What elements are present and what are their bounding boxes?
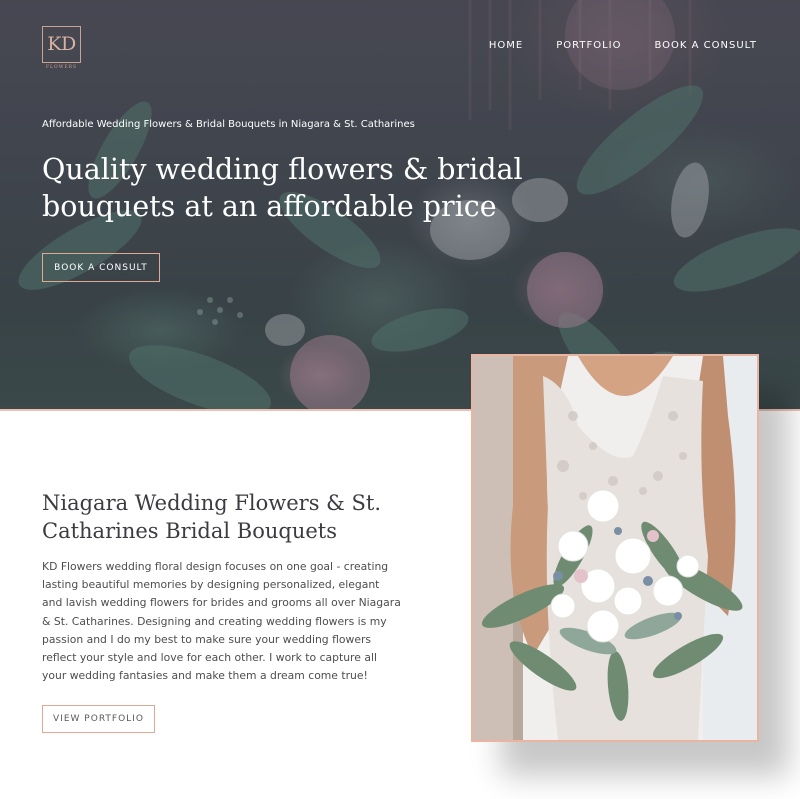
about-title: Niagara Wedding Flowers & St. Catharines… [42,489,432,545]
view-portfolio-button[interactable]: VIEW PORTFOLIO [42,705,155,733]
hero-headline: Quality wedding flowers & bridal bouquet… [42,151,542,225]
hero-section: KD FLOWERS HOME PORTFOLIO BOOK A CONSULT… [0,0,800,410]
nav-link-portfolio[interactable]: PORTFOLIO [556,40,621,52]
hero-headline-line-1: Quality wedding flowers & bridal [42,153,523,186]
about-body: KD Flowers wedding floral design focuses… [42,560,401,683]
about-title-line-1: Niagara Wedding Flowers & St. [42,491,382,515]
logo-mark: KD [47,33,76,55]
site-logo[interactable]: KD [42,26,81,63]
main-nav: HOME PORTFOLIO BOOK A CONSULT [456,40,757,52]
nav-link-book-consult[interactable]: BOOK A CONSULT [655,40,758,52]
hero-headline-line-2: bouquets at an affordable price [42,190,497,223]
nav-link-home[interactable]: HOME [489,40,523,52]
book-consult-button[interactable]: BOOK A CONSULT [42,253,160,282]
bride-bouquet-photo [471,354,759,742]
about-title-line-2: Catharines Bridal Bouquets [42,519,337,543]
hero-eyebrow: Affordable Wedding Flowers & Bridal Bouq… [42,119,415,130]
logo-subtitle: FLOWERS [45,65,78,70]
